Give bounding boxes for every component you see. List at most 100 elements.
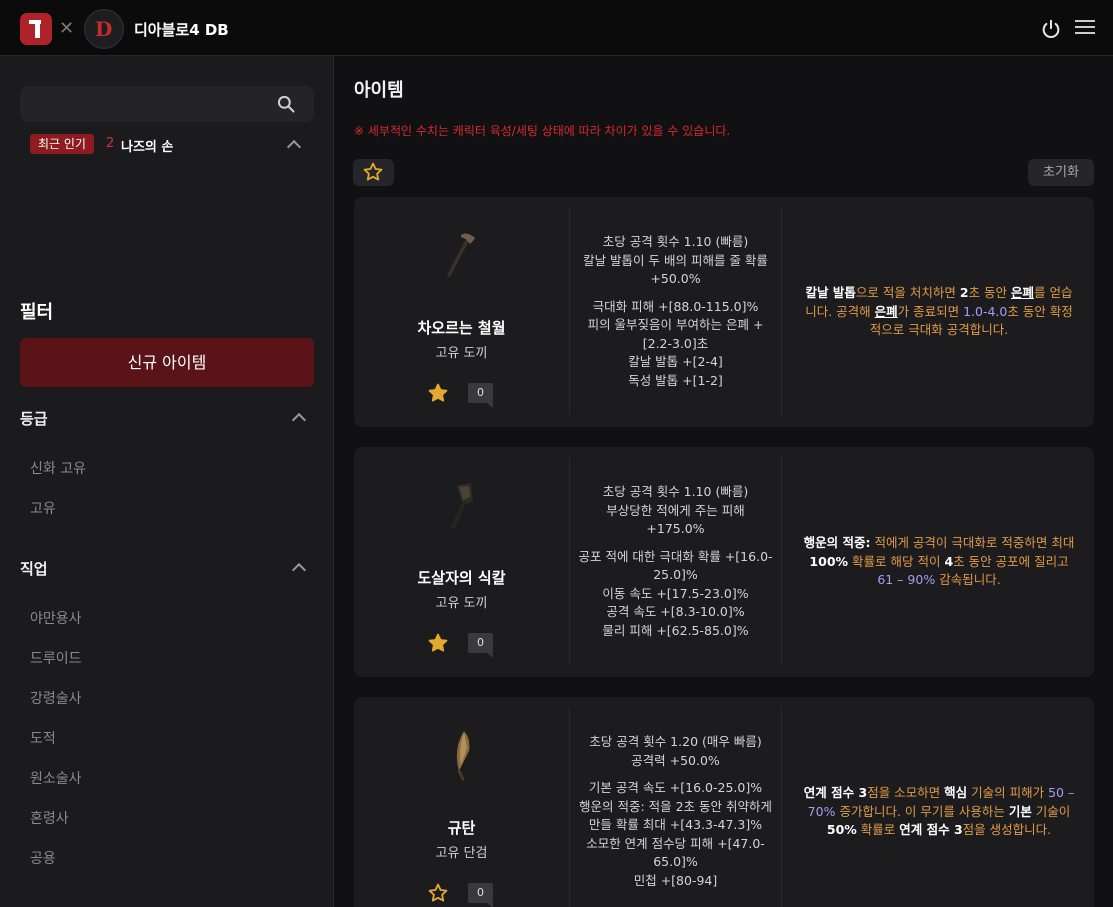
item-name[interactable]: 도살자의 식칼 bbox=[354, 567, 569, 588]
item-name[interactable]: 규탄 bbox=[354, 817, 569, 838]
axe-icon[interactable] bbox=[431, 225, 491, 285]
item-summary: 도살자의 식칼 고유 도끼 0 bbox=[354, 447, 569, 677]
favorite-star-icon[interactable] bbox=[427, 632, 449, 654]
star-outline-icon bbox=[363, 162, 383, 181]
unique-effect-segment: 1.0-4.0 bbox=[963, 303, 1008, 319]
cleaver-icon[interactable] bbox=[431, 475, 491, 535]
unique-effect-segment: 적에게 공격이 극대화로 적중하면 최대 bbox=[870, 535, 1075, 551]
trending-badge: 최근 인기 bbox=[30, 134, 94, 154]
affix-line: 기본 공격 속도 +[16.0-25.0]% bbox=[588, 780, 763, 795]
affix-line: 이동 속도 +[17.5-23.0]% bbox=[602, 585, 749, 601]
trending-item-link[interactable]: 나즈의 손 bbox=[121, 136, 173, 155]
unique-effect-segment: 초 동안 공포에 질리고 bbox=[953, 553, 1069, 569]
dagger-icon[interactable] bbox=[431, 725, 491, 785]
affix-line: 공격 속도 +[8.3-10.0]% bbox=[606, 604, 745, 619]
class-item-necromancer[interactable]: 강령술사 bbox=[30, 688, 82, 708]
unique-effect-segment: 증가합니다. 이 무기를 사용하는 bbox=[835, 803, 1009, 819]
class-item-druid[interactable]: 드루이드 bbox=[30, 648, 82, 668]
unique-effect-segment: 핵심 bbox=[944, 785, 968, 801]
item-card[interactable]: 차오르는 철월 고유 도끼 0 초당 공격 횟수 1.10 (빠름) 칼날 발톱이… bbox=[354, 197, 1094, 427]
top-bar: ✕ D 디아블로4 DB bbox=[0, 0, 1113, 56]
class-item-barbarian[interactable]: 야만용사 bbox=[30, 608, 82, 628]
item-stats: 초당 공격 횟수 1.20 (매우 빠름) 공격력 +50.0% 기본 공격 속도 … bbox=[569, 707, 782, 907]
class-collapse-chevron-icon[interactable] bbox=[291, 562, 307, 578]
unique-effect-segment: 확률로 해당 적이 bbox=[848, 553, 945, 569]
item-summary: 차오르는 철월 고유 도끼 0 bbox=[354, 197, 569, 427]
base-stat-line: 부상당한 적에게 주는 피해 +175.0% bbox=[606, 502, 745, 537]
unique-effect-segment: 연계 점수 bbox=[803, 785, 855, 801]
unique-effect-segment: 4 bbox=[944, 553, 954, 569]
affix-line: 독성 발톱 +[1-2] bbox=[628, 372, 723, 388]
item-type: 고유 단검 bbox=[435, 846, 488, 861]
unique-effect-segment: 확률로 bbox=[856, 822, 900, 838]
trending-collapse-chevron-icon[interactable] bbox=[286, 139, 302, 155]
class-item-sorcerer[interactable]: 원소술사 bbox=[30, 768, 82, 788]
unique-effect-segment: 칼날 발톱 bbox=[805, 285, 856, 301]
unique-effect-segment: 기본 bbox=[1008, 803, 1032, 819]
unique-effect-segment: 점을 생성합니다. bbox=[962, 822, 1052, 838]
unique-effect-segment: 은폐 bbox=[1010, 285, 1034, 301]
unique-effect: 행운의 적중: 적에게 공격이 극대화로 적중하면 최대 100% 확률로 해당… bbox=[794, 447, 1084, 677]
base-stat-line: 칼날 발톱이 두 배의 피해를 줄 확률 +50.0% bbox=[583, 252, 768, 287]
comment-count-badge[interactable]: 0 bbox=[468, 383, 493, 408]
search-input[interactable] bbox=[20, 86, 314, 122]
unique-effect: 칼날 발톱으로 적을 처치하면 2초 동안 은폐를 얻습니다. 공격해 은폐가 … bbox=[794, 197, 1084, 427]
trending-rank: 2 bbox=[106, 136, 115, 151]
affix-line: 칼날 발톱 +[2-4] bbox=[628, 354, 723, 369]
unique-effect-segment: 은폐 bbox=[874, 303, 898, 319]
item-summary: 규탄 고유 단검 0 bbox=[354, 697, 569, 907]
affix-line: 공포 적에 대한 극대화 확률 +[16.0-25.0]% bbox=[578, 548, 773, 583]
unique-effect-segment: 2 bbox=[959, 285, 969, 301]
collab-x-icon: ✕ bbox=[59, 18, 75, 39]
hamburger-menu-icon[interactable] bbox=[1075, 20, 1095, 36]
class-section-title[interactable]: 직업 bbox=[20, 558, 48, 579]
item-name[interactable]: 차오르는 철월 bbox=[354, 317, 569, 338]
unique-effect: 연계 점수 3점을 소모하면 핵심 기술의 피해가 50 –70% 증가합니다.… bbox=[794, 697, 1084, 907]
favorite-star-icon[interactable] bbox=[427, 882, 449, 904]
class-item-rogue[interactable]: 도적 bbox=[30, 728, 56, 748]
item-card[interactable]: 규탄 고유 단검 0 초당 공격 횟수 1.20 (매우 빠름) 공격력 +50.… bbox=[354, 697, 1094, 907]
sidebar: 최근 인기 2 나즈의 손 필터 신규 아이템 등급 신화 고유 고유 직업 야… bbox=[0, 56, 334, 907]
power-icon[interactable] bbox=[1040, 18, 1062, 40]
unique-effect-segment: 61 – 90% bbox=[877, 572, 936, 588]
grade-section-title[interactable]: 등급 bbox=[20, 408, 48, 429]
filter-title: 필터 bbox=[20, 302, 54, 323]
page-title: 아이템 bbox=[354, 80, 404, 101]
grade-item-unique[interactable]: 고유 bbox=[30, 498, 56, 518]
affix-line: 행운의 적중: 적을 2초 동안 취약하게 만들 확률 최대 +[43.3-47… bbox=[578, 798, 773, 833]
grade-item-mythic-unique[interactable]: 신화 고유 bbox=[30, 458, 86, 478]
favorites-filter-button[interactable] bbox=[353, 159, 394, 186]
base-stat-line: 초당 공격 횟수 1.10 (빠름) bbox=[602, 484, 749, 499]
unique-effect-segment: 행운의 적중: bbox=[803, 535, 871, 551]
base-stat-line: 초당 공격 횟수 1.10 (빠름) bbox=[602, 234, 749, 249]
comment-count-badge[interactable]: 0 bbox=[468, 633, 493, 658]
unique-effect-segment: 3 bbox=[949, 822, 963, 838]
comment-count-badge[interactable]: 0 bbox=[468, 883, 493, 907]
item-type: 고유 도끼 bbox=[435, 346, 488, 361]
app-title[interactable]: 디아블로4 DB bbox=[134, 19, 229, 40]
inven-logo-icon[interactable] bbox=[20, 13, 52, 45]
class-item-spiritborn[interactable]: 혼령사 bbox=[30, 808, 69, 828]
notice-text: ※ 세부적인 수치는 캐릭터 육성/세팅 상태에 따라 차이가 있을 수 있습니… bbox=[354, 124, 731, 138]
favorite-star-icon[interactable] bbox=[427, 382, 449, 404]
unique-effect-segment: 50% bbox=[826, 822, 857, 838]
grade-collapse-chevron-icon[interactable] bbox=[291, 412, 307, 428]
affix-line: 소모한 연계 점수당 피해 +[47.0-65.0]% bbox=[586, 835, 765, 870]
item-stats: 초당 공격 횟수 1.10 (빠름) 부상당한 적에게 주는 피해 +175.0%… bbox=[569, 457, 782, 665]
base-stat-line: 공격력 +50.0% bbox=[631, 752, 720, 768]
unique-effect-segment: 점을 소모하면 bbox=[867, 785, 945, 801]
reset-button[interactable]: 초기화 bbox=[1028, 159, 1094, 186]
item-card[interactable]: 도살자의 식칼 고유 도끼 0 초당 공격 횟수 1.10 (빠름) 부상당한 적… bbox=[354, 447, 1094, 677]
unique-effect-segment: 가 종료되면 bbox=[897, 303, 964, 319]
search-icon[interactable] bbox=[276, 94, 296, 114]
unique-effect-segment: 기술이 bbox=[1031, 803, 1071, 819]
affix-line: 극대화 피해 +[88.0-115.0]% bbox=[592, 298, 759, 314]
class-item-common[interactable]: 공용 bbox=[30, 848, 56, 868]
unique-effect-segment: 기술의 피해가 bbox=[967, 785, 1049, 801]
item-stats: 초당 공격 횟수 1.10 (빠름) 칼날 발톱이 두 배의 피해를 줄 확률 +… bbox=[569, 207, 782, 415]
diablo-logo-icon[interactable]: D bbox=[84, 9, 124, 49]
affix-line: 피의 울부짖음이 부여하는 은폐 +[2.2-3.0]초 bbox=[587, 317, 764, 351]
unique-effect-segment: 감속됩니다. bbox=[935, 572, 1001, 588]
new-items-button[interactable]: 신규 아이템 bbox=[20, 338, 314, 387]
affix-line: 민첩 +[80-94] bbox=[633, 872, 718, 888]
